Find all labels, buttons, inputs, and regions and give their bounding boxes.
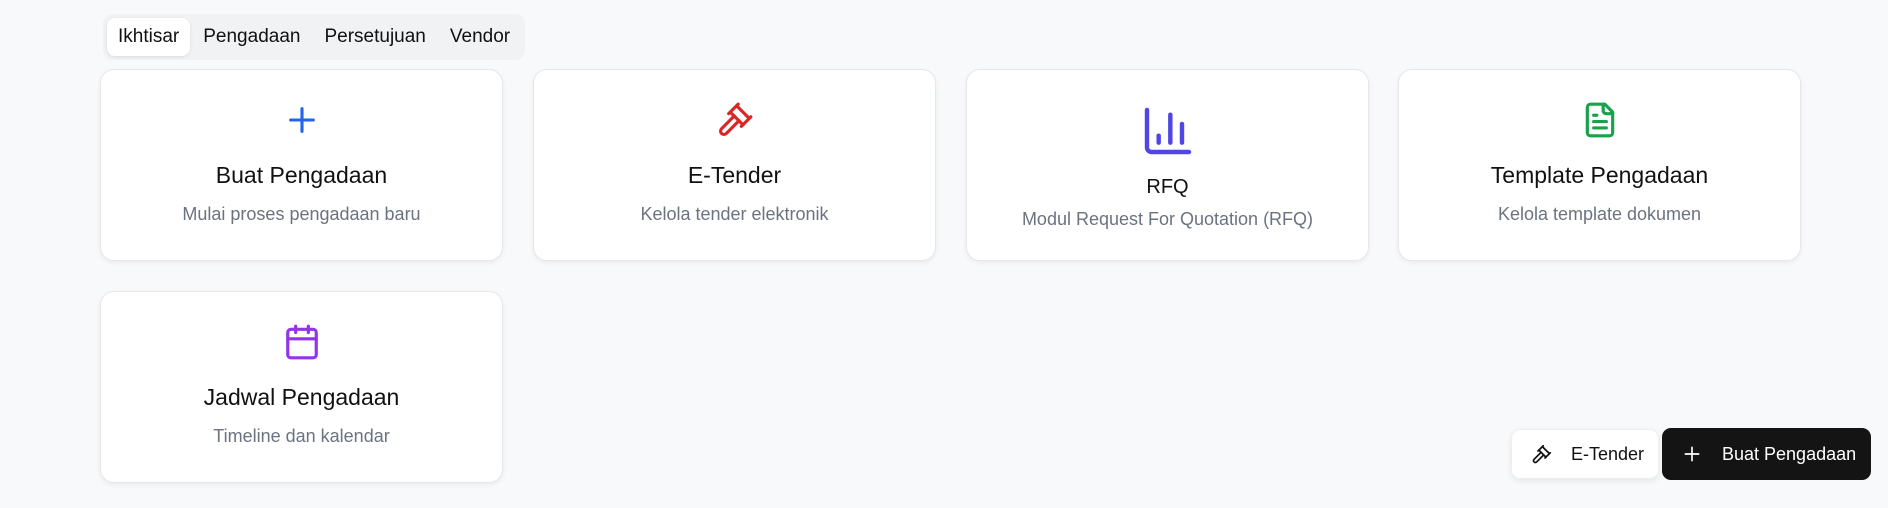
card-jadwal-pengadaan[interactable]: Jadwal Pengadaan Timeline dan kalendar bbox=[100, 291, 503, 483]
tab-list: Ikhtisar Pengadaan Persetujuan Vendor bbox=[103, 14, 526, 60]
gavel-icon bbox=[1531, 444, 1552, 465]
tab-vendor[interactable]: Vendor bbox=[439, 18, 521, 56]
card-title: RFQ bbox=[1146, 176, 1189, 198]
card-buat-pengadaan[interactable]: Buat Pengadaan Mulai proses pengadaan ba… bbox=[100, 69, 503, 261]
card-e-tender[interactable]: E-Tender Kelola tender elektronik bbox=[533, 69, 936, 261]
buat-pengadaan-button-label: Buat Pengadaan bbox=[1722, 443, 1857, 464]
tab-pengadaan[interactable]: Pengadaan bbox=[192, 18, 311, 56]
card-template-pengadaan[interactable]: Template Pengadaan Kelola template dokum… bbox=[1398, 69, 1801, 261]
plus-icon bbox=[1682, 444, 1702, 464]
card-description: Modul Request For Quotation (RFQ) bbox=[1021, 209, 1314, 229]
card-title: Buat Pengadaan bbox=[215, 162, 388, 188]
gavel-icon bbox=[716, 101, 754, 139]
buat-pengadaan-button[interactable]: Buat Pengadaan bbox=[1662, 428, 1871, 480]
bar-chart-icon bbox=[1140, 103, 1196, 159]
card-title: Template Pengadaan bbox=[1490, 162, 1709, 188]
tab-ikhtisar[interactable]: Ikhtisar bbox=[107, 18, 191, 56]
e-tender-button[interactable]: E-Tender bbox=[1511, 429, 1659, 479]
card-description: Timeline dan kalendar bbox=[213, 426, 390, 446]
card-title: E-Tender bbox=[687, 162, 782, 188]
card-description: Kelola tender elektronik bbox=[640, 204, 829, 224]
e-tender-button-label: E-Tender bbox=[1571, 443, 1645, 464]
file-text-icon bbox=[1581, 101, 1619, 139]
plus-icon bbox=[285, 103, 319, 137]
card-description: Mulai proses pengadaan baru bbox=[182, 204, 421, 224]
card-description: Kelola template dokumen bbox=[1497, 204, 1702, 224]
tab-persetujuan[interactable]: Persetujuan bbox=[313, 18, 436, 56]
calendar-icon bbox=[283, 323, 321, 361]
card-title: Jadwal Pengadaan bbox=[203, 384, 400, 410]
card-rfq[interactable]: RFQ Modul Request For Quotation (RFQ) bbox=[966, 69, 1369, 261]
